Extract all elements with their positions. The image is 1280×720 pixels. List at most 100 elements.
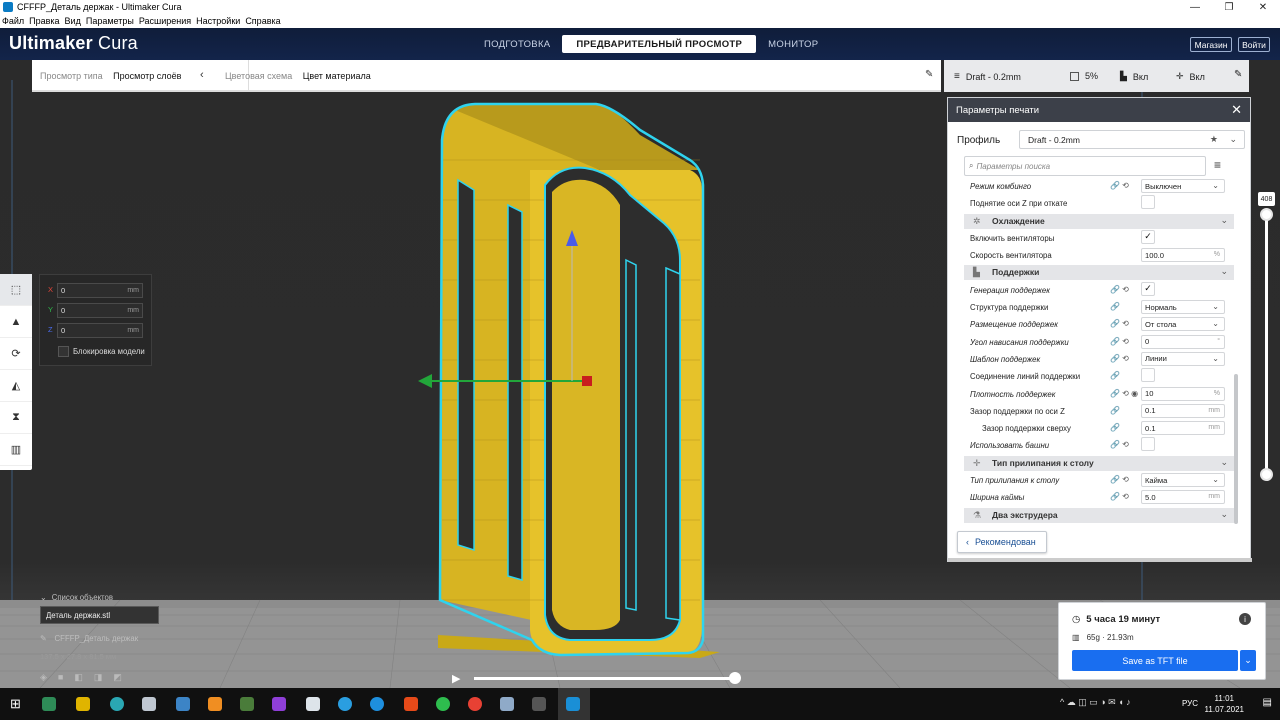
job-name-row[interactable]: ✎ CFFFP_Деталь держак: [40, 634, 170, 643]
setting-row[interactable]: Включить вентиляторы ✓: [964, 229, 1234, 247]
setting-row[interactable]: Тип прилипания к столу 🔗 ⟲ Кайма ⌄: [964, 472, 1234, 489]
app-icon[interactable]: [500, 697, 514, 711]
support-blocker-tool[interactable]: ▥: [0, 434, 32, 466]
scale-tool[interactable]: ▲: [0, 306, 32, 338]
setting-link-reset-icons[interactable]: 🔗 ⟲ ◉: [1110, 389, 1138, 398]
settings-search-input[interactable]: ⌕ Параметры поиска: [964, 156, 1206, 176]
close-window-button[interactable]: ✕: [1246, 0, 1280, 14]
star-icon[interactable]: ★: [1210, 134, 1218, 145]
maximize-button[interactable]: ❐: [1212, 0, 1246, 14]
settings-category-header[interactable]: ⚗ Два экструдера ⌄: [964, 507, 1234, 523]
cura-taskbar-icon[interactable]: [566, 697, 580, 711]
chevron-left-icon[interactable]: ‹: [200, 69, 204, 81]
menu-preferences[interactable]: Настройки: [196, 16, 240, 26]
setting-dropdown[interactable]: Выключен ⌄: [1141, 179, 1225, 193]
model-preview[interactable]: [418, 102, 720, 658]
mirror-tool[interactable]: ◭: [0, 370, 32, 402]
menu-edit[interactable]: Правка: [29, 16, 59, 26]
layer-slider-lower-handle[interactable]: [1260, 468, 1273, 481]
move-tool[interactable]: ⬚: [0, 274, 32, 306]
menu-file[interactable]: Файл: [2, 16, 24, 26]
setting-link-reset-icons[interactable]: 🔗 ⟲: [1110, 492, 1129, 501]
app-icon[interactable]: [306, 697, 320, 711]
setting-checkbox[interactable]: [1141, 437, 1155, 452]
setting-row[interactable]: Размещение поддержек 🔗 ⟲ От стола ⌄: [964, 316, 1234, 333]
taskbar-clock[interactable]: 11:01 11.07.2021: [1205, 693, 1244, 715]
front-view-icon[interactable]: ■: [58, 672, 63, 683]
setting-input[interactable]: 0.1 mm: [1141, 403, 1225, 418]
setting-row[interactable]: Поднятие оси Z при откате: [964, 195, 1234, 212]
setting-row[interactable]: Плотность поддержек 🔗 ⟲ ◉ 10%: [964, 386, 1234, 403]
tab-monitor[interactable]: МОНИТОР: [756, 35, 830, 53]
tab-prepare[interactable]: ПОДГОТОВКА: [472, 35, 562, 53]
lock-model-toggle[interactable]: Блокировка модели: [58, 346, 145, 357]
setting-row[interactable]: Скорость вентилятора 100.0%: [964, 247, 1234, 264]
lock-checkbox[interactable]: [58, 346, 69, 357]
app-icon[interactable]: [532, 697, 546, 711]
settings-menu-icon[interactable]: ≡: [1214, 158, 1221, 172]
setting-checkbox[interactable]: ✓: [1141, 281, 1155, 296]
setting-row[interactable]: Ширина каймы 🔗 ⟲ 5.0 mm: [964, 489, 1234, 506]
app-icon[interactable]: [240, 697, 254, 711]
layer-slider-track[interactable]: [1265, 210, 1268, 474]
app-icon[interactable]: [176, 697, 190, 711]
left-view-icon[interactable]: ◨: [94, 672, 103, 683]
layer-slider-upper-handle[interactable]: [1260, 208, 1273, 221]
telegram-icon[interactable]: [338, 697, 352, 711]
color-scheme-selector[interactable]: Цветовая схема Цвет материала: [225, 71, 371, 81]
whatsapp-icon[interactable]: [436, 697, 450, 711]
setting-link-reset-icons[interactable]: 🔗 ⟲: [1110, 285, 1129, 294]
pencil-icon[interactable]: ✎: [925, 69, 933, 80]
x-field[interactable]: 0 mm: [57, 283, 143, 298]
app-icon[interactable]: [404, 697, 418, 711]
setting-input[interactable]: 0 °: [1141, 334, 1225, 349]
setting-link-reset-icons[interactable]: 🔗 ⟲: [1110, 440, 1129, 449]
view-type-selector[interactable]: Просмотр типа Просмотр слоёв: [40, 71, 181, 81]
object-list-item[interactable]: Деталь держак.stl: [40, 606, 159, 624]
signin-button[interactable]: Войти: [1238, 37, 1270, 52]
setting-row[interactable]: Использовать башни 🔗 ⟲: [964, 437, 1234, 454]
rotate-tool[interactable]: ⟳: [0, 338, 32, 370]
menu-help[interactable]: Справка: [245, 16, 280, 26]
setting-row[interactable]: Соединение линий поддержки 🔗: [964, 368, 1234, 385]
path-slider-handle[interactable]: [729, 672, 741, 684]
panel-resize-handle[interactable]: [948, 558, 1252, 562]
app-icon[interactable]: [142, 697, 156, 711]
setting-link-reset-icons[interactable]: 🔗: [1110, 406, 1120, 415]
setting-row[interactable]: Генерация поддержек 🔗 ⟲ ✓: [964, 281, 1234, 299]
app-icon[interactable]: [370, 697, 384, 711]
app-icon[interactable]: [272, 697, 286, 711]
setting-checkbox[interactable]: ✓: [1141, 229, 1155, 244]
setting-checkbox[interactable]: [1141, 195, 1155, 210]
setting-row[interactable]: Угол нависания поддержки 🔗 ⟲ 0 °: [964, 334, 1234, 351]
y-field[interactable]: 0 mm: [57, 303, 143, 318]
file-explorer-icon[interactable]: [76, 697, 90, 711]
setting-input[interactable]: 10%: [1141, 386, 1225, 401]
top-view-icon[interactable]: ◧: [74, 672, 83, 683]
save-options-dropdown[interactable]: ⌄: [1240, 650, 1256, 671]
settings-scrollbar[interactable]: [1234, 374, 1238, 524]
setting-dropdown[interactable]: Линии ⌄: [1141, 351, 1225, 366]
chrome-icon[interactable]: [468, 697, 482, 711]
setting-link-reset-icons[interactable]: 🔗 ⟲: [1110, 337, 1129, 346]
play-icon[interactable]: ▶: [452, 672, 460, 685]
setting-link-reset-icons[interactable]: 🔗: [1110, 302, 1120, 311]
setting-link-reset-icons[interactable]: 🔗 ⟲: [1110, 181, 1129, 190]
path-slider-track[interactable]: [474, 677, 736, 680]
setting-row[interactable]: Зазор поддержки сверху 🔗 0.1 mm: [964, 420, 1234, 437]
right-view-icon[interactable]: ◩: [113, 672, 122, 683]
menu-settings[interactable]: Параметры: [86, 16, 134, 26]
marketplace-button[interactable]: Магазин: [1190, 37, 1232, 52]
windows-start-icon[interactable]: ⊞: [10, 696, 21, 712]
save-button[interactable]: Save as TFT file: [1072, 650, 1238, 671]
print-setup-summary[interactable]: ≡ Draft - 0.2mm 5% ▙ Вкл ✛ Вкл ✎: [944, 60, 1249, 92]
setting-dropdown[interactable]: Нормаль ⌄: [1141, 300, 1225, 315]
setting-row[interactable]: Зазор поддержки по оси Z 🔗 0.1 mm: [964, 403, 1234, 420]
setting-dropdown[interactable]: Кайма ⌄: [1141, 473, 1225, 488]
info-icon[interactable]: i: [1239, 613, 1251, 625]
setting-dropdown[interactable]: От стола ⌄: [1141, 317, 1225, 332]
setting-input[interactable]: 0.1 mm: [1141, 421, 1225, 436]
setting-row[interactable]: Шаблон поддержек 🔗 ⟲ Линии ⌄: [964, 351, 1234, 368]
setting-input[interactable]: 5.0 mm: [1141, 490, 1225, 505]
tab-preview[interactable]: ПРЕДВАРИТЕЛЬНЫЙ ПРОСМОТР: [562, 35, 757, 53]
